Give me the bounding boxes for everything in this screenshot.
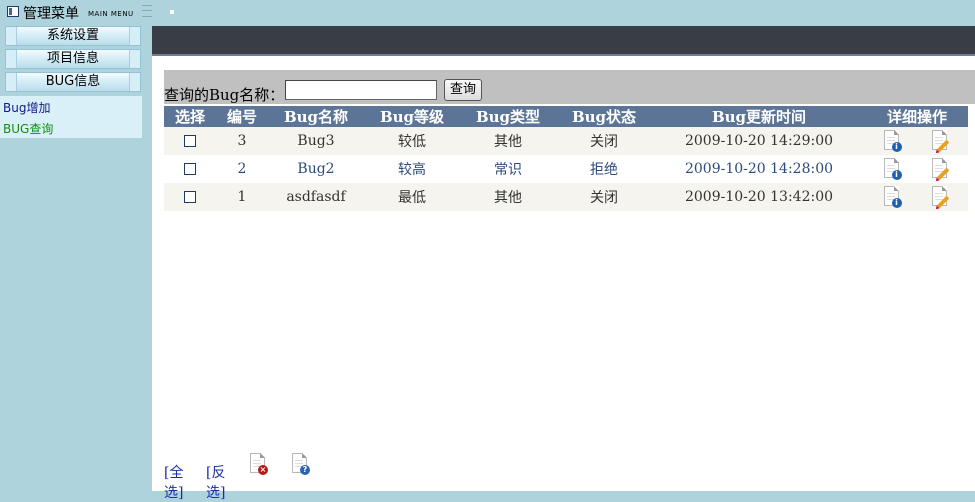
row-checkbox[interactable] [184,135,196,147]
col-header-actions: 详细操作 [866,106,968,127]
search-input[interactable] [285,80,437,100]
search-label: 查询的Bug名称： [164,86,285,104]
details-icon[interactable]: i [883,130,902,152]
menu-icon [7,6,19,17]
sidebar-item-bug-info[interactable]: BUG信息 [5,72,141,92]
cell-actions: i [866,183,968,211]
main-panel: 查询的Bug名称： 查询 选择 编号 Bug名称 Bug等级 Bug类型 Bug… [152,26,975,501]
cell-id: 2 [216,155,268,183]
table-row: 1 asdfasdf 最低 其他 关闭 2009-10-20 13:42:00 … [164,183,968,211]
list-icon[interactable] [142,5,152,17]
table-row: 3 Bug3 较低 其他 关闭 2009-10-20 14:29:00 i [164,127,968,155]
cell-type: 其他 [460,183,556,211]
cell-updated: 2009-10-20 14:29:00 [652,127,866,155]
cell-id: 3 [216,127,268,155]
table-header-row: 选择 编号 Bug名称 Bug等级 Bug类型 Bug状态 Bug更新时间 详细… [164,106,968,127]
cell-id: 1 [216,183,268,211]
col-header-select: 选择 [164,106,216,127]
cell-actions: i [866,127,968,155]
cell-level: 最低 [364,183,460,211]
select-all-link[interactable]: [全选] [164,462,183,502]
sidebar-item-label: BUG信息 [45,74,101,89]
row-checkbox[interactable] [184,163,196,175]
cell-type: 其他 [460,127,556,155]
submenu: Bug增加 BUG查询 [0,96,142,138]
col-header-level: Bug等级 [364,106,460,127]
cell-name: Bug3 [268,127,364,155]
col-header-id: 编号 [216,106,268,127]
col-header-name: Bug名称 [268,106,364,127]
cell-status: 拒绝 [556,155,652,183]
details-icon[interactable]: i [883,158,902,180]
search-bar: 查询的Bug名称： 查询 [164,70,975,104]
sidebar-item-label: 系统设置 [46,28,99,43]
table-row: 2 Bug2 较高 常识 拒绝 2009-10-20 14:28:00 i [164,155,968,183]
col-header-status: Bug状态 [556,106,652,127]
toggle-icon[interactable] [170,10,174,14]
sidebar: 系统设置 项目信息 BUG信息 Bug增加 BUG查询 [0,26,142,491]
cell-updated: 2009-10-20 14:28:00 [652,155,866,183]
menu-title: 管理菜单 [23,6,79,22]
cell-type: 常识 [460,155,556,183]
invert-selection-link[interactable]: [反选] [206,462,225,502]
cell-level: 较低 [364,127,460,155]
top-bar: 管理菜单 MAIN MENU [0,0,975,26]
cell-status: 关闭 [556,127,652,155]
submenu-query-bug[interactable]: BUG查询 [3,120,53,137]
help-icon[interactable]: ? [292,453,310,475]
bug-table: 选择 编号 Bug名称 Bug等级 Bug类型 Bug状态 Bug更新时间 详细… [164,106,968,211]
row-checkbox[interactable] [184,191,196,203]
sidebar-item-project-info[interactable]: 项目信息 [5,49,141,69]
delete-icon[interactable]: × [250,453,268,475]
submenu-add-bug[interactable]: Bug增加 [3,99,50,116]
cell-name: asdfasdf [268,183,364,211]
cell-actions: i [866,155,968,183]
cell-name: Bug2 [268,155,364,183]
cell-updated: 2009-10-20 13:42:00 [652,183,866,211]
col-header-type: Bug类型 [460,106,556,127]
details-icon[interactable]: i [883,186,902,208]
sidebar-item-system-settings[interactable]: 系统设置 [5,26,141,46]
cell-level: 较高 [364,155,460,183]
edit-icon[interactable] [932,186,950,209]
edit-icon[interactable] [932,158,950,181]
edit-icon[interactable] [932,130,950,153]
search-button[interactable]: 查询 [444,79,482,101]
main-header-bar [152,26,975,56]
col-header-updated: Bug更新时间 [652,106,866,127]
menu-subtitle: MAIN MENU [88,10,134,18]
cell-status: 关闭 [556,183,652,211]
sidebar-item-label: 项目信息 [46,51,99,66]
